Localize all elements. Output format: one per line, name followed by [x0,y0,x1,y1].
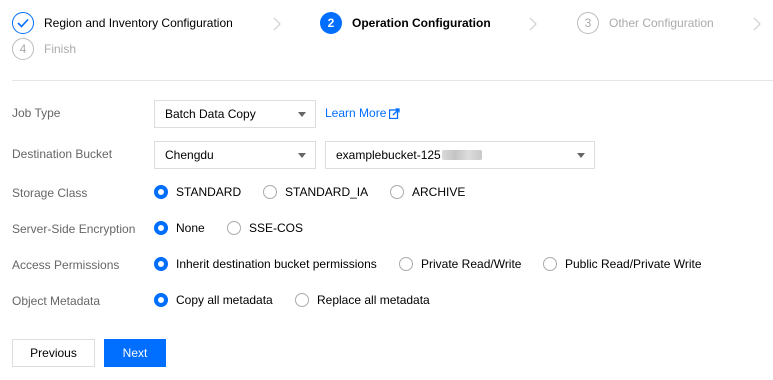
radio-unchecked-icon [543,257,557,271]
radio-sse-cos[interactable]: SSE-COS [227,221,303,235]
radio-unchecked-icon [263,185,277,199]
step-label: Region and Inventory Configuration [44,16,233,30]
radio-label: Copy all metadata [176,293,273,307]
radio-inherit-permissions[interactable]: Inherit destination bucket permissions [154,257,377,271]
step-label: Finish [44,42,77,56]
radio-label: Inherit destination bucket permissions [176,257,377,271]
radio-label: SSE-COS [249,221,304,235]
step-operation-configuration[interactable]: 2 Operation Configuration [320,12,491,34]
radio-standard[interactable]: STANDARD [154,185,241,199]
caret-down-icon [298,112,306,117]
radio-checked-icon [154,185,168,199]
destination-bucket-label: Destination Bucket [12,147,113,161]
job-type-label: Job Type [12,106,61,120]
radio-checked-icon [154,221,168,235]
radio-label: None [176,221,205,235]
radio-unchecked-icon [295,293,309,307]
step-finish[interactable]: 4 Finish [12,38,76,60]
radio-none[interactable]: None [154,221,205,235]
region-select[interactable]: Chengdu [154,141,316,169]
external-link-icon [389,107,401,119]
radio-label: STANDARD [176,185,242,199]
job-type-value: Batch Data Copy [165,107,256,121]
step-label: Other Configuration [609,16,714,30]
bucket-select[interactable]: examplebucket-125 [325,141,595,169]
radio-label: Public Read/Private Write [565,257,702,271]
checkmark-icon [12,12,34,34]
caret-down-icon [298,153,306,158]
radio-public-read-private-write[interactable]: Public Read/Private Write [543,257,702,271]
previous-button[interactable]: Previous [12,339,95,367]
next-button[interactable]: Next [104,339,166,367]
radio-unchecked-icon [390,185,404,199]
step-region-inventory[interactable]: Region and Inventory Configuration [12,12,233,34]
radio-replace-metadata[interactable]: Replace all metadata [295,293,430,307]
chevron-right-icon [273,17,281,31]
chevron-right-icon [753,17,761,31]
caret-down-icon [577,153,585,158]
radio-unchecked-icon [227,221,241,235]
chevron-right-icon [529,17,537,31]
step-number: 4 [12,38,34,60]
step-label: Operation Configuration [352,16,491,30]
object-metadata-label: Object Metadata [12,294,101,308]
bucket-value: examplebucket-125 [336,148,441,162]
radio-archive[interactable]: ARCHIVE [390,185,465,199]
access-permissions-label: Access Permissions [12,258,120,272]
radio-label: ARCHIVE [412,185,466,199]
step-number: 3 [577,12,599,34]
region-value: Chengdu [165,148,214,162]
divider [12,80,773,81]
redacted-text [441,150,482,160]
step-other-configuration[interactable]: 3 Other Configuration [577,12,714,34]
learn-more-text: Learn More [325,106,387,120]
radio-unchecked-icon [399,257,413,271]
radio-checked-icon [154,293,168,307]
radio-label: Private Read/Write [421,257,522,271]
step-number: 2 [320,12,342,34]
storage-class-label: Storage Class [12,186,88,200]
radio-label: STANDARD_IA [285,185,369,199]
radio-checked-icon [154,257,168,271]
radio-standard-ia[interactable]: STANDARD_IA [263,185,368,199]
radio-label: Replace all metadata [317,293,430,307]
radio-private-read-write[interactable]: Private Read/Write [399,257,521,271]
job-type-select[interactable]: Batch Data Copy [154,100,316,128]
radio-copy-metadata[interactable]: Copy all metadata [154,293,273,307]
encryption-label: Server-Side Encryption [12,222,136,236]
learn-more-link[interactable]: Learn More [325,106,401,120]
